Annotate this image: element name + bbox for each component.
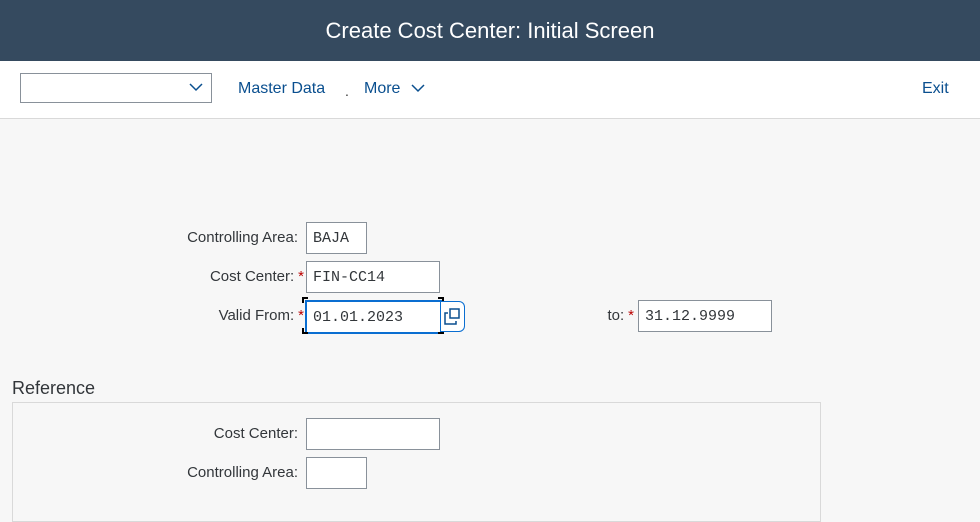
- controlling-area-input[interactable]: BAJA: [306, 222, 367, 254]
- cost-center-label-text: Cost Center:: [209, 268, 295, 285]
- reference-cost-center-input[interactable]: [306, 418, 440, 450]
- reference-controlling-area-label: Controlling Area:: [187, 464, 298, 481]
- reference-controlling-area-input[interactable]: [306, 457, 367, 489]
- valid-from-label-text: Valid From:: [218, 307, 295, 324]
- valid-from-label: Valid From: *: [140, 307, 304, 324]
- cost-center-input[interactable]: FIN-CC14: [306, 261, 440, 293]
- more-label: More: [364, 80, 401, 97]
- page-title: Create Cost Center: Initial Screen: [0, 0, 980, 61]
- valid-from-input[interactable]: 01.01.2023: [305, 300, 442, 334]
- reference-section-title: Reference: [12, 378, 96, 398]
- toolbar: Master Data . More Exit: [0, 61, 980, 119]
- separator: .: [345, 83, 349, 99]
- exit-button[interactable]: Exit: [922, 80, 949, 98]
- action-dropdown[interactable]: [20, 73, 212, 103]
- valid-to-label-text: to:: [607, 307, 625, 324]
- valid-to-input[interactable]: 31.12.9999: [638, 300, 772, 332]
- focus-corner: [302, 328, 308, 334]
- chevron-down-icon: [189, 83, 203, 92]
- value-help-button[interactable]: [441, 301, 465, 332]
- value-help-icon: [444, 308, 460, 325]
- more-menu[interactable]: More: [364, 80, 425, 98]
- focus-corner: [302, 297, 308, 303]
- cost-center-label: Cost Center: *: [140, 268, 304, 285]
- required-mark: *: [628, 307, 634, 324]
- reference-cost-center-label: Cost Center:: [213, 425, 298, 442]
- required-mark: *: [298, 307, 304, 324]
- valid-to-label: to: *: [560, 307, 634, 324]
- chevron-down-icon: [411, 84, 425, 93]
- controlling-area-label: Controlling Area:: [187, 229, 298, 246]
- required-mark: *: [298, 268, 304, 285]
- master-data-menu[interactable]: Master Data: [238, 80, 325, 98]
